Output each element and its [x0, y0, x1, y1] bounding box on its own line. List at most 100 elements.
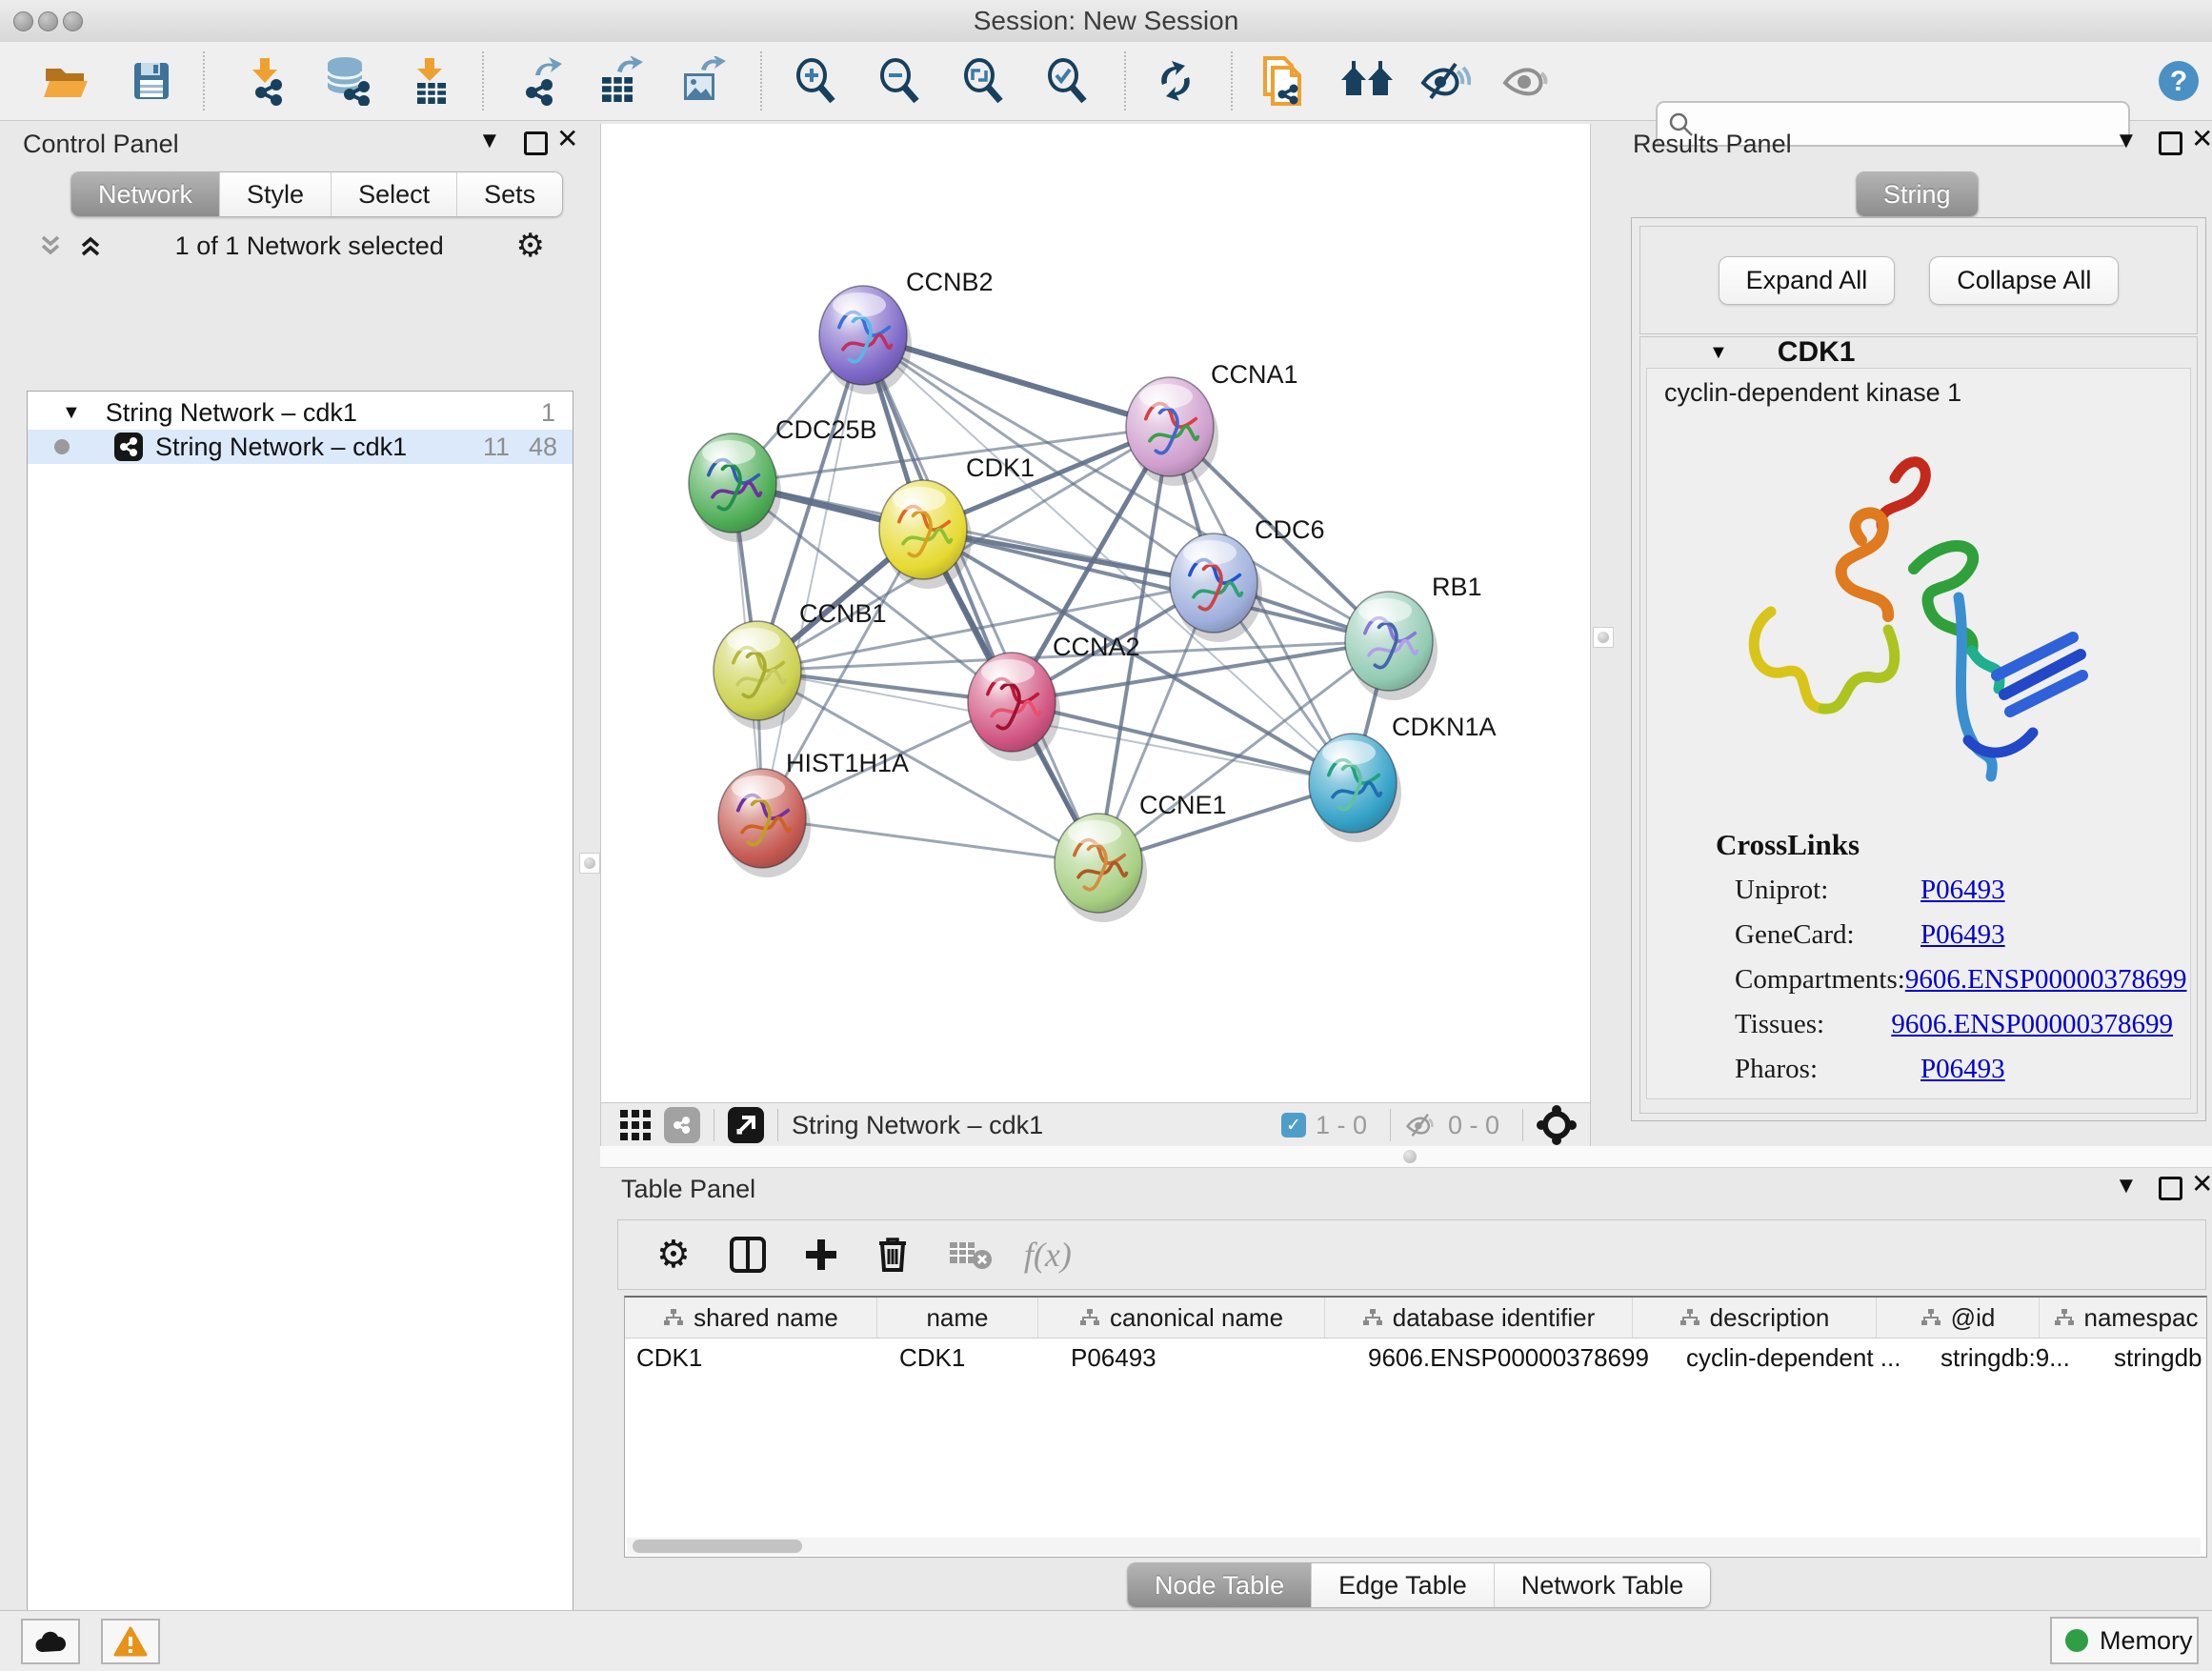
svg-text:?: ?	[2170, 66, 2187, 97]
right-splitter-handle[interactable]	[1593, 627, 1614, 648]
column-header-database-identifier[interactable]: database identifier	[1325, 1298, 1633, 1338]
warnings-button[interactable]	[101, 1619, 160, 1664]
network-node-RB1[interactable]	[1345, 592, 1438, 700]
panel-close-icon[interactable]: ✕	[556, 128, 578, 151]
network-view-icon[interactable]	[664, 1107, 700, 1143]
entry-caret-icon[interactable]: ▼	[1709, 342, 1728, 364]
network-node-CDK1[interactable]	[879, 480, 972, 589]
save-session-icon[interactable]	[130, 59, 173, 103]
network-node-CCNB2[interactable]	[819, 286, 912, 394]
crosslink-link[interactable]: P06493	[1920, 875, 2005, 906]
tab-node-table[interactable]: Node Table	[1128, 1563, 1311, 1607]
panel-float-icon[interactable]	[2159, 1177, 2182, 1200]
zoom-out-icon[interactable]	[876, 57, 924, 105]
network-row-selected[interactable]: String Network – cdk1 11 48	[28, 430, 573, 464]
collapse-all-button[interactable]: Collapse All	[1929, 256, 2119, 305]
tab-style[interactable]: Style	[219, 172, 331, 216]
collapse-all-chevrons-icon[interactable]	[38, 233, 63, 258]
network-edge-CCNA2-CDKN1A[interactable]	[1012, 702, 1353, 783]
apply-layout-icon[interactable]	[1153, 58, 1198, 104]
table-cell[interactable]: CDK1	[888, 1339, 1059, 1377]
houses-icon[interactable]	[1339, 59, 1395, 103]
crosslink-link[interactable]: 9606.ENSP00000378699	[1905, 964, 2187, 996]
table-horizontal-scrollbar[interactable]	[627, 1538, 2201, 1555]
panel-menu-caret-icon[interactable]: ▼	[2115, 1175, 2138, 1198]
title-bar: Session: New Session	[0, 0, 2212, 43]
export-network-icon[interactable]	[513, 56, 564, 106]
tab-edge-table[interactable]: Edge Table	[1311, 1563, 1494, 1607]
network-node-CDC6[interactable]	[1170, 534, 1262, 642]
delete-table-icon[interactable]	[948, 1238, 992, 1271]
column-header-namespac[interactable]: namespac	[2040, 1298, 2212, 1338]
column-header-name[interactable]: name	[877, 1298, 1038, 1338]
zoom-in-icon[interactable]	[793, 57, 840, 105]
export-table-icon[interactable]	[593, 56, 644, 106]
crosslink-link[interactable]: P06493	[1920, 1054, 2005, 1085]
panel-close-icon[interactable]: ✕	[2191, 128, 2212, 151]
table-cell[interactable]: stringdb	[2102, 1339, 2212, 1377]
crosslink-link[interactable]: P06493	[1920, 919, 2005, 951]
network-node-HIST1H1A[interactable]	[718, 769, 811, 877]
network-edge-CCNB2-CCNE1[interactable]	[863, 335, 1098, 863]
network-node-CCNE1[interactable]	[1055, 814, 1147, 922]
add-column-icon[interactable]	[803, 1237, 839, 1273]
memory-button[interactable]: Memory	[2050, 1617, 2199, 1664]
show-graphics-details-icon[interactable]	[1501, 58, 1553, 104]
navigator-crosshair-icon[interactable]	[1537, 1105, 1577, 1145]
zoom-selected-icon[interactable]	[1044, 57, 1092, 105]
network-edge-CCNB2-HIST1H1A[interactable]	[762, 335, 863, 818]
tab-select[interactable]: Select	[331, 172, 456, 216]
copy-network-icon[interactable]	[1257, 54, 1307, 108]
tab-network-table[interactable]: Network Table	[1494, 1563, 1711, 1607]
network-node-CCNA2[interactable]	[968, 653, 1060, 761]
column-header-canonical-name[interactable]: canonical name	[1038, 1298, 1325, 1338]
import-table-from-file-icon[interactable]	[406, 56, 453, 106]
network-node-CDC25B[interactable]	[689, 433, 781, 542]
expand-all-chevrons-icon[interactable]	[78, 233, 103, 258]
panel-menu-caret-icon[interactable]: ▼	[478, 130, 501, 152]
delete-column-icon[interactable]	[875, 1236, 910, 1274]
network-node-CCNA1[interactable]	[1126, 377, 1218, 486]
panel-menu-caret-icon[interactable]: ▼	[2115, 130, 2138, 152]
selected-checkbox-icon[interactable]: ✓	[1281, 1113, 1306, 1137]
network-options-gear-icon[interactable]: ⚙	[516, 227, 545, 265]
network-canvas[interactable]: CCNB2CCNA1CDC25BCDK1CDC6RB1CCNB1CCNA2CDK…	[600, 124, 1591, 1102]
tab-network[interactable]: Network	[71, 172, 219, 216]
table-cell[interactable]: cyclin-dependent ...	[1675, 1339, 1929, 1377]
crosslink-link[interactable]: 9606.ENSP00000378699	[1891, 1009, 2173, 1040]
network-edge-HIST1H1A-CCNE1[interactable]	[762, 818, 1098, 863]
grid-view-icon[interactable]	[618, 1108, 653, 1142]
table-cell[interactable]: P06493	[1059, 1339, 1357, 1377]
detach-view-icon[interactable]	[728, 1107, 764, 1143]
import-network-from-file-icon[interactable]	[240, 56, 290, 106]
table-cell[interactable]: CDK1	[625, 1339, 888, 1377]
open-session-icon[interactable]	[42, 59, 91, 103]
left-splitter-handle[interactable]	[579, 853, 600, 874]
column-header-id[interactable]: @id	[1877, 1298, 2040, 1338]
panel-close-icon[interactable]: ✕	[2191, 1173, 2212, 1196]
expand-all-button[interactable]: Expand All	[1719, 256, 1896, 305]
table-cell[interactable]: stringdb:9...	[1929, 1339, 2102, 1377]
table-row[interactable]: CDK1CDK1P064939606.ENSP00000378699cyclin…	[625, 1339, 2206, 1377]
column-header-description[interactable]: description	[1633, 1298, 1877, 1338]
export-image-icon[interactable]	[674, 56, 726, 106]
help-icon[interactable]: ?	[2157, 59, 2201, 103]
table-options-gear-icon[interactable]: ⚙	[656, 1233, 691, 1277]
function-builder-icon[interactable]: f(x)	[1024, 1235, 1072, 1275]
column-header-shared-name[interactable]: shared name	[625, 1298, 877, 1338]
hide-graphics-details-icon[interactable]	[1419, 58, 1471, 104]
zoom-fit-icon[interactable]	[960, 57, 1008, 105]
scrollbar-thumb[interactable]	[633, 1540, 802, 1553]
cloud-button[interactable]	[21, 1619, 80, 1664]
network-view-toolbar: String Network – cdk1 ✓ 1 - 0 0 - 0	[600, 1102, 1591, 1148]
tree-caret-icon[interactable]: ▼	[62, 402, 81, 424]
import-network-from-database-icon[interactable]	[320, 56, 373, 106]
table-cell[interactable]: 9606.ENSP00000378699	[1357, 1339, 1675, 1377]
network-collection-row[interactable]: ▼ String Network – cdk1 1	[28, 395, 573, 430]
tab-string[interactable]: String	[1857, 172, 1978, 216]
network-node-CDKN1A[interactable]	[1309, 734, 1401, 842]
panel-float-icon[interactable]	[524, 131, 548, 155]
panel-float-icon[interactable]	[2159, 131, 2182, 155]
show-columns-icon[interactable]	[729, 1236, 767, 1274]
tab-sets[interactable]: Sets	[456, 172, 562, 216]
